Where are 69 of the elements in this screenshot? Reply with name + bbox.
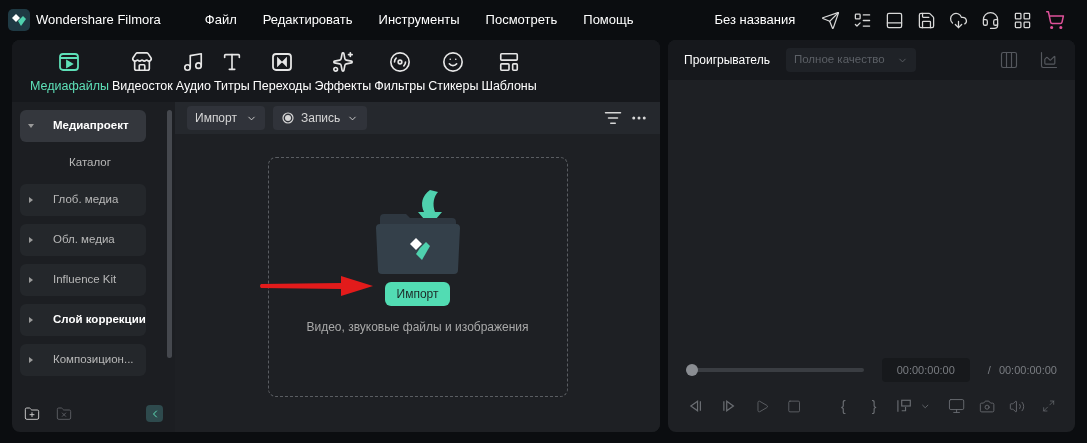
caret-icon — [28, 123, 34, 129]
category-tab[interactable]: Медиафайлы — [30, 51, 109, 96]
collapse-button[interactable] — [146, 405, 163, 422]
time-separator: / — [987, 362, 991, 378]
sidebar-item[interactable]: Обл. медиа — [20, 224, 146, 256]
new-folder-icon[interactable] — [24, 405, 40, 422]
category-tab[interactable]: Фильтры — [374, 51, 426, 96]
layout-icon[interactable] — [885, 10, 904, 30]
category-tab[interactable]: Титры — [214, 51, 250, 96]
send-icon[interactable] — [821, 10, 840, 30]
sticker-icon — [442, 51, 465, 74]
progress-slider[interactable] — [686, 364, 864, 376]
disc-icon — [388, 51, 411, 74]
category-tab[interactable]: Эффекты — [314, 51, 372, 96]
music-icon — [182, 51, 205, 74]
caret-icon — [28, 317, 34, 323]
previous-frame-icon[interactable] — [688, 398, 704, 414]
drop-zone[interactable]: Импорт Видео, звуковые файлы и изображения — [267, 157, 568, 397]
category-tab[interactable]: Стикеры — [428, 51, 479, 96]
caret-icon — [28, 277, 34, 283]
app-logo — [8, 9, 30, 31]
menu-item[interactable]: Инструменты — [378, 10, 460, 30]
record-dropdown[interactable]: Запись — [272, 106, 368, 130]
sidebar-item[interactable]: Композицион... — [20, 344, 146, 376]
caret-icon — [28, 197, 34, 203]
menu-item[interactable]: Редактировать — [262, 10, 353, 30]
stop-icon[interactable] — [786, 398, 802, 414]
grid-view-icon[interactable] — [999, 50, 1019, 70]
next-frame-icon[interactable] — [721, 398, 737, 414]
grid-icon[interactable] — [1013, 10, 1032, 30]
sidebar-item[interactable]: Influence Kit — [20, 264, 146, 296]
store-icon — [131, 51, 154, 74]
template-icon — [498, 51, 521, 74]
import-button[interactable]: Импорт — [384, 282, 451, 306]
waveform-icon[interactable] — [1039, 50, 1059, 70]
cart-icon[interactable] — [1045, 10, 1065, 30]
snapshot-icon[interactable] — [979, 397, 996, 415]
menu-item[interactable]: Помощь — [583, 10, 634, 30]
category-tab[interactable]: Видеосток — [111, 51, 173, 96]
progress-thumb[interactable] — [686, 364, 698, 376]
category-tab[interactable]: Аудио — [175, 51, 211, 96]
menu-item[interactable]: Файл — [204, 10, 237, 30]
sparkle-icon — [331, 51, 354, 74]
caret-icon — [28, 237, 34, 243]
total-time: 00:00:00:00 — [998, 362, 1057, 378]
player-title: Проигрыватель — [684, 52, 770, 69]
transition-icon — [271, 51, 294, 74]
category-tab[interactable]: Переходы — [252, 51, 312, 96]
sidebar-item[interactable]: Слой коррекции — [20, 304, 146, 336]
delete-folder-icon[interactable] — [56, 405, 72, 422]
save-icon[interactable] — [917, 10, 936, 30]
sidebar-item[interactable]: Глоб. медиа — [20, 184, 146, 216]
headset-icon[interactable] — [981, 10, 1000, 30]
current-time: 00:00:00:00 — [881, 358, 970, 382]
sidebar-item[interactable]: Медиапроект — [20, 110, 146, 142]
media-icon — [58, 51, 81, 74]
record-icon — [281, 112, 294, 124]
cloud-icon[interactable] — [949, 10, 968, 30]
drop-zone-hint: Видео, звуковые файлы и изображения — [306, 319, 529, 336]
import-dropdown[interactable]: Импорт — [187, 106, 265, 130]
caret-icon — [28, 357, 34, 363]
menu-item[interactable]: Посмотреть — [485, 10, 558, 30]
monitor-icon[interactable] — [948, 397, 966, 415]
app-title: Wondershare Filmora — [36, 11, 161, 30]
category-tab[interactable]: Шаблоны — [481, 51, 537, 96]
project-title: Без названия — [714, 11, 796, 30]
sidebar-subitem[interactable]: Каталог — [20, 150, 146, 176]
filter-icon[interactable] — [604, 109, 622, 127]
insert-clip-icon[interactable] — [896, 398, 914, 414]
